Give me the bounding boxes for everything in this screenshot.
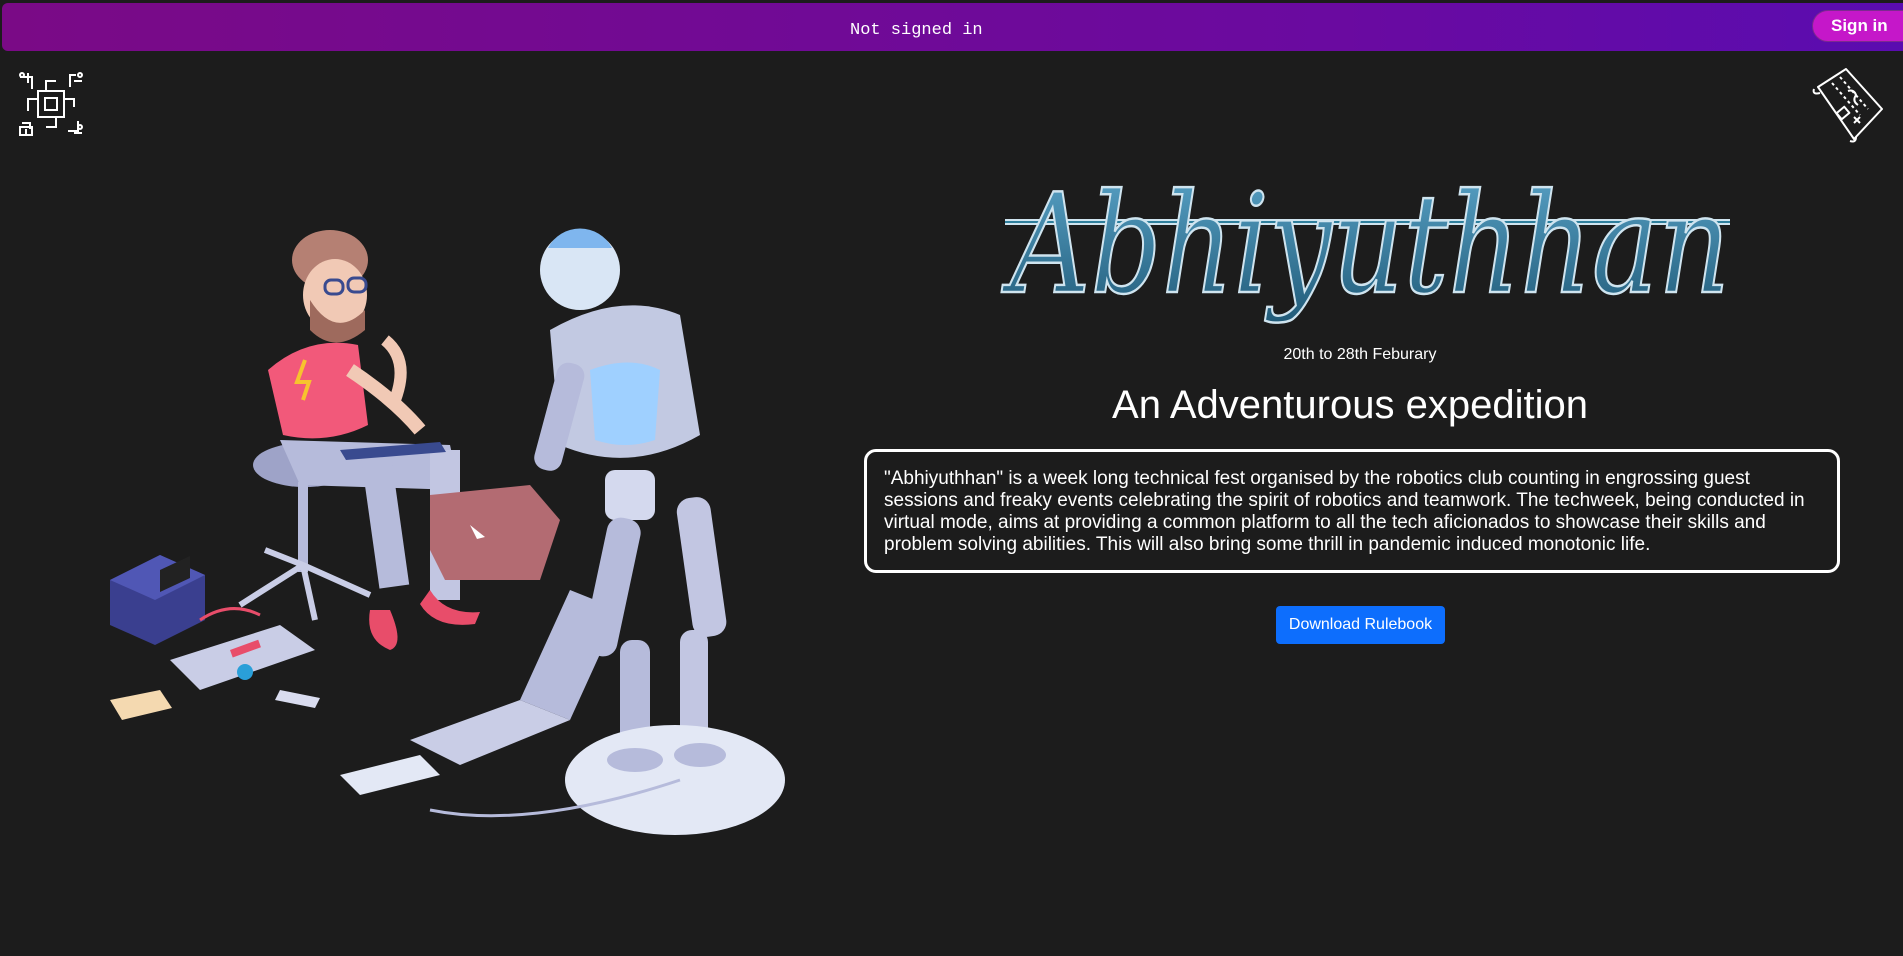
treasure-map-icon[interactable] [1808, 65, 1888, 145]
event-dates: 20th to 28th Feburary [1283, 346, 1437, 363]
power-supply-box [110, 555, 205, 645]
engineer-and-robot-illustration [110, 228, 785, 835]
signin-status-text: Not signed in [850, 21, 983, 40]
tagline-heading: An Adventurous expedition [1112, 383, 1588, 427]
circuit-chip-icon[interactable] [18, 71, 84, 137]
svg-text:Abhiyuthhan: Abhiyuthhan [1001, 164, 1730, 325]
description-text: "Abhiyuthhan" is a week long technical f… [884, 468, 1805, 555]
top-bar: Not signed in [2, 3, 1903, 51]
sign-in-button[interactable]: Sign in [1812, 10, 1903, 42]
description-box: "Abhiyuthhan" is a week long technical f… [864, 449, 1840, 573]
download-rulebook-button[interactable]: Download Rulebook [1276, 606, 1445, 644]
brand-title-logo: Abhiyuthhan [1000, 163, 1731, 327]
